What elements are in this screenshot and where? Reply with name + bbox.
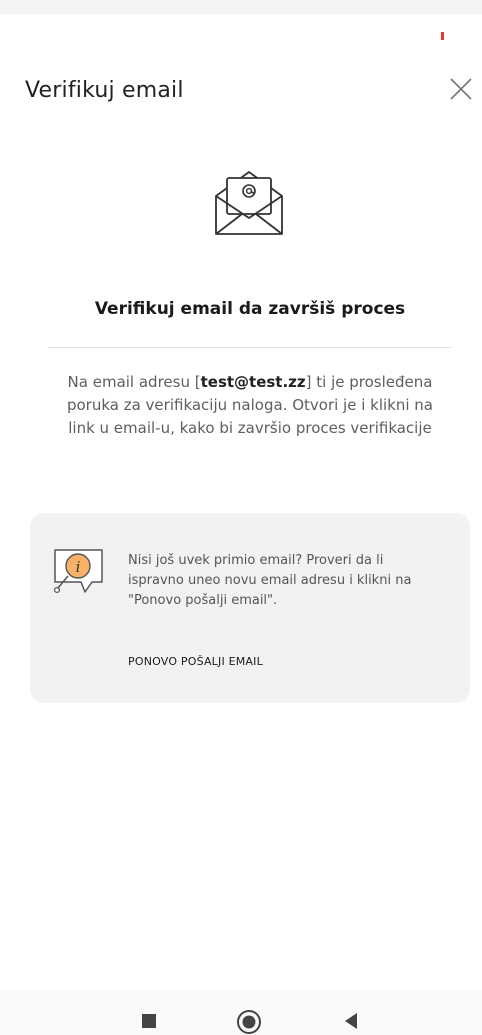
info-bubble-icon: i [53, 549, 103, 594]
nav-back-icon[interactable] [343, 1012, 359, 1030]
description-prefix: Na email adresu [ [67, 373, 201, 391]
close-button[interactable] [446, 74, 476, 104]
resend-email-button[interactable]: PONOVO POŠALJI EMAIL [128, 655, 263, 668]
info-text: Nisi još uvek primio email? Proveri da l… [128, 553, 412, 608]
nav-circle-icon[interactable] [236, 1009, 262, 1035]
divider [48, 347, 452, 348]
nav-square-icon[interactable] [141, 1013, 157, 1029]
description-email: test@test.zz [200, 373, 306, 391]
envelope-at-icon [215, 171, 283, 235]
svg-text:i: i [76, 558, 81, 576]
close-icon [450, 78, 472, 100]
status-indicator [441, 32, 444, 40]
page-title: Verifikuj email [25, 78, 184, 103]
verification-description: Na email adresu [test@test.zz] ti je pro… [60, 371, 440, 440]
status-bar [0, 0, 482, 14]
verification-headline: Verifikuj email da završiš proces [94, 299, 406, 319]
system-navigation-bar [0, 990, 482, 1035]
